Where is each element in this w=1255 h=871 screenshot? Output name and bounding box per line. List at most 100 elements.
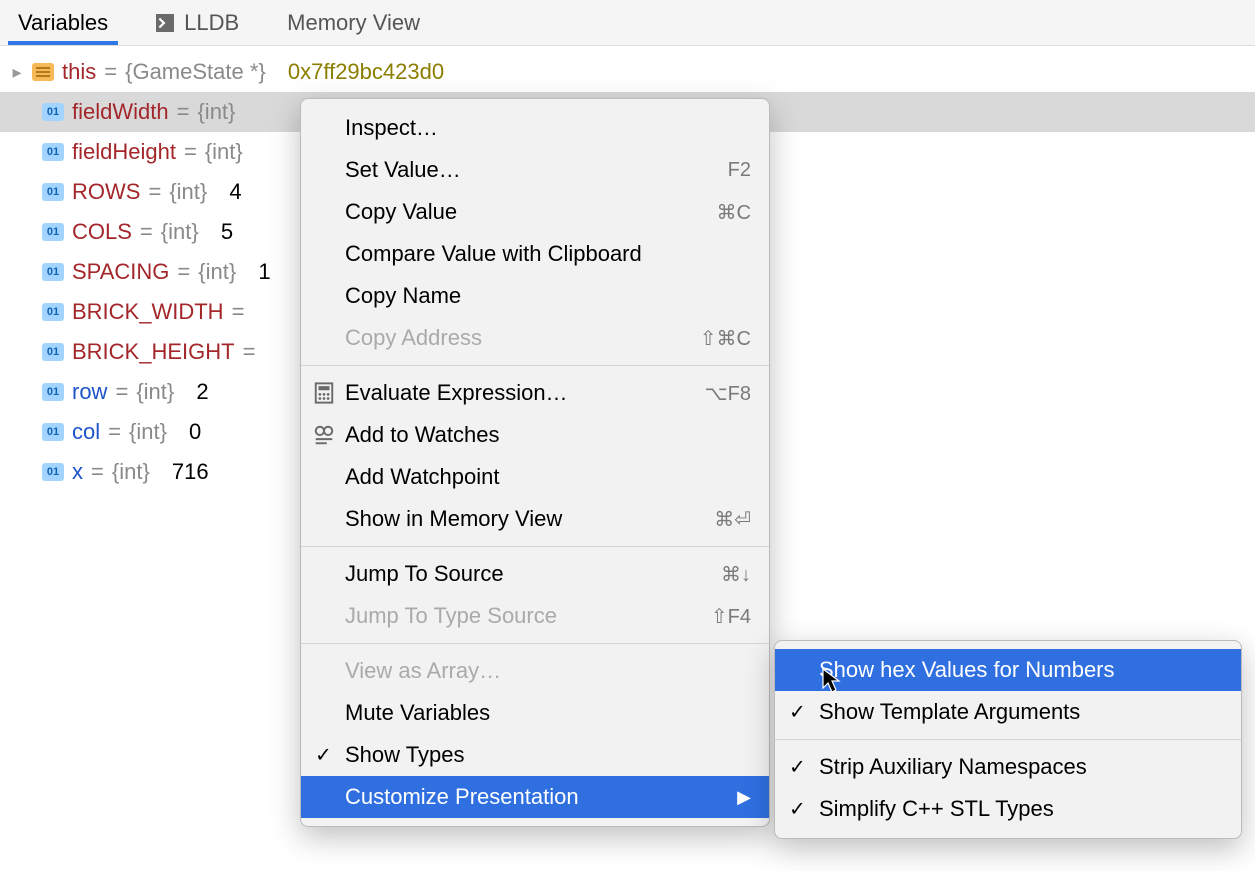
var-equals: = xyxy=(177,99,190,125)
shortcut: ⌘↓ xyxy=(721,562,751,587)
shortcut: ⌘C xyxy=(717,200,751,225)
menu-label: Mute Variables xyxy=(345,700,490,726)
var-name: row xyxy=(72,379,107,405)
int-icon: 01 xyxy=(42,263,64,281)
menu-mute-variables[interactable]: Mute Variables xyxy=(301,692,769,734)
menu-separator xyxy=(301,546,769,547)
menu-add-watches[interactable]: Add to Watches xyxy=(301,414,769,456)
var-equals: = xyxy=(184,139,197,165)
var-name: BRICK_WIDTH xyxy=(72,299,224,325)
menu-label: Copy Address xyxy=(345,325,482,351)
check-icon: ✓ xyxy=(315,743,332,768)
var-name: BRICK_HEIGHT xyxy=(72,339,235,365)
var-equals: = xyxy=(108,419,121,445)
menu-label: Jump To Type Source xyxy=(345,603,557,629)
int-icon: 01 xyxy=(42,383,64,401)
shortcut: ⇧F4 xyxy=(711,604,751,629)
var-name: this xyxy=(62,59,96,85)
tab-memory-view[interactable]: Memory View xyxy=(277,0,430,45)
menu-label: Show hex Values for Numbers xyxy=(819,657,1115,683)
var-value: 0x7ff29bc423d0 xyxy=(288,59,444,85)
tab-memory-label: Memory View xyxy=(287,10,420,36)
tab-variables[interactable]: Variables xyxy=(8,0,118,45)
console-icon xyxy=(156,14,174,32)
menu-view-as-array: View as Array… xyxy=(301,650,769,692)
var-name: col xyxy=(72,419,100,445)
var-type: {int} xyxy=(161,219,199,245)
var-equals: = xyxy=(91,459,104,485)
shortcut: F2 xyxy=(728,159,751,182)
menu-separator xyxy=(301,643,769,644)
var-name: COLS xyxy=(72,219,132,245)
var-value: 4 xyxy=(229,179,241,205)
var-name: ROWS xyxy=(72,179,140,205)
var-type: {int} xyxy=(197,99,235,125)
menu-label: Jump To Source xyxy=(345,561,504,587)
menu-label: Set Value… xyxy=(345,157,461,183)
int-icon: 01 xyxy=(42,463,64,481)
menu-inspect[interactable]: Inspect… xyxy=(301,107,769,149)
var-row-this[interactable]: ▸ this = {GameState *} 0x7ff29bc423d0 xyxy=(0,52,1255,92)
menu-set-value[interactable]: Set Value… F2 xyxy=(301,149,769,191)
menu-label: Add Watchpoint xyxy=(345,464,500,490)
int-icon: 01 xyxy=(42,103,64,121)
var-name: SPACING xyxy=(72,259,169,285)
var-equals: = xyxy=(115,379,128,405)
menu-copy-name[interactable]: Copy Name xyxy=(301,275,769,317)
menu-separator xyxy=(775,739,1241,740)
menu-label: Customize Presentation xyxy=(345,784,579,810)
menu-show-memory[interactable]: Show in Memory View⌘⏎ xyxy=(301,498,769,540)
menu-copy-value[interactable]: Copy Value⌘C xyxy=(301,191,769,233)
menu-label: Simplify C++ STL Types xyxy=(819,796,1054,822)
context-submenu: Show hex Values for Numbers ✓ Show Templa… xyxy=(774,640,1242,839)
submenu-simplify-stl[interactable]: ✓ Simplify C++ STL Types xyxy=(775,788,1241,830)
menu-copy-address: Copy Address ⇧⌘C xyxy=(301,317,769,359)
var-equals: = xyxy=(232,299,245,325)
menu-label: Compare Value with Clipboard xyxy=(345,241,642,267)
int-icon: 01 xyxy=(42,423,64,441)
menu-label: Inspect… xyxy=(345,115,438,141)
menu-customize-presentation[interactable]: Customize Presentation ▶ xyxy=(301,776,769,818)
menu-compare-clipboard[interactable]: Compare Value with Clipboard xyxy=(301,233,769,275)
tab-variables-label: Variables xyxy=(18,10,108,36)
menu-evaluate-expression[interactable]: Evaluate Expression… ⌥F8 xyxy=(301,372,769,414)
var-value: 1 xyxy=(258,259,270,285)
chevron-right-icon[interactable]: ▸ xyxy=(10,62,24,83)
var-type: {int} xyxy=(136,379,174,405)
submenu-show-template-args[interactable]: ✓ Show Template Arguments xyxy=(775,691,1241,733)
menu-jump-source[interactable]: Jump To Source ⌘↓ xyxy=(301,553,769,595)
menu-label: Evaluate Expression… xyxy=(345,380,568,406)
object-icon xyxy=(32,63,54,81)
calculator-icon xyxy=(313,382,335,404)
var-value: 716 xyxy=(172,459,209,485)
check-icon: ✓ xyxy=(789,700,806,725)
menu-add-watchpoint[interactable]: Add Watchpoint xyxy=(301,456,769,498)
var-equals: = xyxy=(177,259,190,285)
tab-lldb[interactable]: LLDB xyxy=(146,0,249,45)
var-name: fieldHeight xyxy=(72,139,176,165)
chevron-right-icon: ▶ xyxy=(737,787,751,808)
shortcut: ⌥F8 xyxy=(705,381,751,406)
menu-label: Show Template Arguments xyxy=(819,699,1080,725)
tab-bar: Variables LLDB Memory View xyxy=(0,0,1255,46)
var-equals: = xyxy=(104,59,117,85)
shortcut: ⇧⌘C xyxy=(700,326,751,351)
watches-icon xyxy=(313,424,335,446)
check-icon: ✓ xyxy=(789,797,806,822)
var-equals: = xyxy=(140,219,153,245)
var-type: {int} xyxy=(205,139,243,165)
var-name: fieldWidth xyxy=(72,99,169,125)
submenu-show-hex[interactable]: Show hex Values for Numbers xyxy=(775,649,1241,691)
menu-show-types[interactable]: ✓Show Types xyxy=(301,734,769,776)
var-value: 5 xyxy=(221,219,233,245)
submenu-strip-aux-namespaces[interactable]: ✓Strip Auxiliary Namespaces xyxy=(775,746,1241,788)
int-icon: 01 xyxy=(42,223,64,241)
context-menu: Inspect… Set Value… F2 Copy Value⌘C Compa… xyxy=(300,98,770,827)
menu-separator xyxy=(301,365,769,366)
var-type: {int} xyxy=(112,459,150,485)
var-equals: = xyxy=(148,179,161,205)
int-icon: 01 xyxy=(42,183,64,201)
var-name: x xyxy=(72,459,83,485)
menu-label: Copy Name xyxy=(345,283,461,309)
var-value: 0 xyxy=(189,419,201,445)
